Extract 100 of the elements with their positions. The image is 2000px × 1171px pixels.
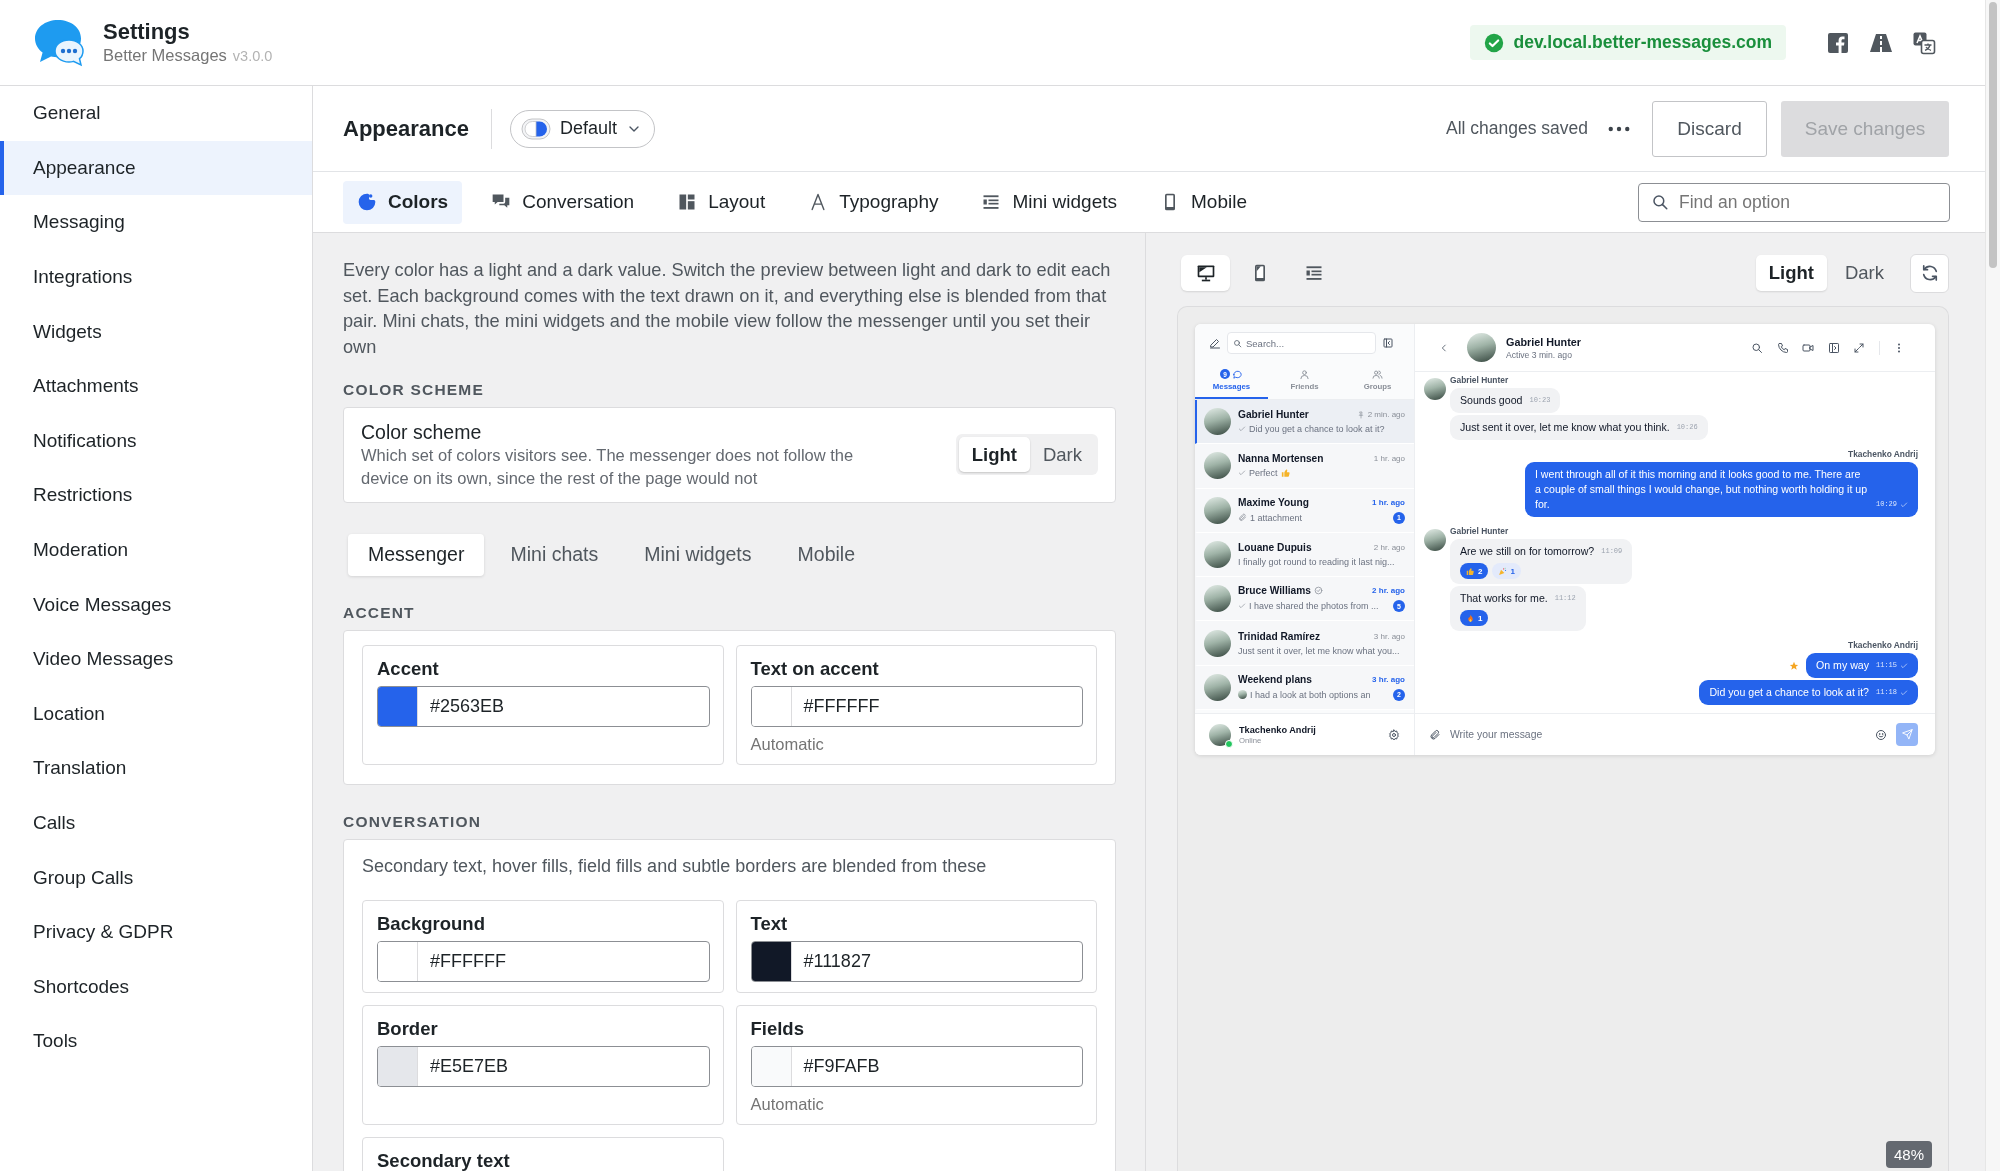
sidebar-item[interactable]: Appearance	[0, 140, 312, 196]
sidebar-item[interactable]: Tools	[0, 1014, 312, 1069]
refresh-button[interactable]	[1910, 253, 1949, 293]
color-swatch-icon[interactable]	[378, 1046, 418, 1086]
more-icon[interactable]	[1608, 125, 1630, 132]
expand-icon[interactable]	[1853, 341, 1865, 354]
tab[interactable]: Mobile	[1146, 180, 1261, 224]
reaction-chip[interactable]: 1	[1492, 563, 1521, 579]
tab[interactable]: Layout	[663, 180, 780, 224]
sidebar-item[interactable]: Moderation	[0, 522, 312, 578]
video-camera-icon[interactable]	[1802, 341, 1814, 354]
zoom-badge: 48%	[1885, 1141, 1932, 1168]
mode-toggle[interactable]: Dark	[1831, 255, 1897, 291]
conversation-item[interactable]: Nanna Mortensen 1 hr. ago Perfect	[1195, 444, 1414, 489]
site-link[interactable]: dev.local.better-messages.com	[1469, 25, 1786, 60]
tab[interactable]: Mini widgets	[624, 533, 772, 576]
smiley-icon[interactable]	[1875, 728, 1887, 741]
facebook-icon[interactable]	[1826, 30, 1850, 55]
side-panel-icon[interactable]	[1382, 337, 1394, 349]
tab[interactable]: Mini widgets	[967, 180, 1132, 224]
message-time: 1 hr. ago	[1373, 454, 1405, 464]
avatar	[1424, 529, 1446, 551]
settings-icon[interactable]	[1388, 728, 1400, 741]
page-title: Appearance	[343, 115, 469, 142]
tab[interactable]: Messenger	[348, 533, 485, 576]
search-icon	[1233, 338, 1242, 348]
pencil-icon[interactable]	[1209, 337, 1221, 349]
sender-name: Gabriel Hunter	[1450, 375, 1509, 386]
sidebar-item[interactable]: Privacy & GDPR	[0, 904, 312, 960]
discard-button[interactable]: Discard	[1652, 100, 1767, 157]
sidebar-item[interactable]: Group Calls	[0, 850, 312, 905]
translate-icon[interactable]	[1912, 30, 1936, 55]
party-popper-icon	[1498, 566, 1508, 576]
reaction-chip[interactable]: 1	[1460, 610, 1489, 626]
tab[interactable]: Typography	[794, 180, 953, 224]
sidebar-item[interactable]: Messaging	[0, 195, 312, 250]
reaction-chip[interactable]: 2	[1460, 563, 1489, 579]
search-field[interactable]: Find an option	[1638, 182, 1950, 222]
sidebar-item[interactable]: Translation	[0, 741, 312, 796]
conversation-item[interactable]: Louane Dupuis 2 hr. ago I finally got round to reading it last nig...	[1195, 532, 1414, 578]
paperclip-icon[interactable]	[1429, 728, 1441, 741]
color-input[interactable]: #FFFFFF	[750, 685, 1083, 727]
tab[interactable]: Colors	[343, 180, 463, 224]
people-icon	[1372, 368, 1383, 380]
thumbs-up-icon	[1466, 566, 1475, 576]
field-label: Accent	[377, 657, 439, 680]
scrollbar-thumb[interactable]	[1989, 2, 1997, 268]
color-swatch-icon[interactable]	[751, 941, 792, 981]
message-preview: I have shared the photos from ...	[1249, 601, 1379, 612]
sidebar-item[interactable]: Widgets	[0, 304, 312, 359]
phone-icon[interactable]	[1776, 341, 1789, 354]
color-input[interactable]: #F9FAFB	[750, 1045, 1083, 1087]
color-input[interactable]: #E5E7EB	[377, 1045, 710, 1087]
message-time: 2 min. ago	[1367, 410, 1405, 420]
color-input[interactable]: #2563EB	[377, 685, 710, 727]
sidebar-item[interactable]: Integrations	[0, 249, 312, 305]
side-panel-icon[interactable]	[1827, 341, 1840, 354]
field-hint: Automatic	[750, 1093, 824, 1114]
segment-option[interactable]: Dark	[1029, 437, 1095, 473]
search-icon[interactable]	[1751, 341, 1763, 354]
message-preview: Did you get a chance to look at it?	[1249, 424, 1385, 435]
sidebar-item[interactable]: Restrictions	[0, 468, 312, 523]
color-swatch-icon[interactable]	[751, 1046, 792, 1086]
field-label: Secondary text	[377, 1149, 510, 1171]
contact-name: Bruce Williams	[1238, 585, 1311, 597]
device-button[interactable]	[1181, 255, 1230, 291]
avatar	[1238, 690, 1247, 700]
color-swatch-icon[interactable]	[751, 686, 792, 726]
sidebar-item[interactable]: General	[0, 86, 312, 141]
sidebar-item[interactable]: Notifications	[0, 413, 312, 469]
tab[interactable]: Mini chats	[490, 533, 619, 576]
conversation-item[interactable]: Gabriel Hunter 2 min. ago Did you get a chance to look at it?	[1195, 400, 1414, 445]
color-swatch-icon[interactable]	[378, 686, 418, 726]
message-preview: Perfect	[1249, 468, 1278, 479]
color-swatch-icon[interactable]	[378, 941, 418, 981]
sidebar-item[interactable]: Voice Messages	[0, 577, 312, 632]
tab[interactable]: Conversation	[477, 180, 649, 224]
paperclip-icon	[1238, 513, 1247, 523]
message-preview: I had a look at both options an	[1250, 689, 1371, 700]
message-preview: I finally got round to reading it last nig...	[1238, 557, 1395, 568]
preset-dropdown[interactable]: Default	[509, 109, 655, 148]
avatar	[1467, 333, 1496, 362]
sender-name: Gabriel Hunter	[1450, 526, 1509, 537]
back-icon[interactable]	[1439, 342, 1449, 353]
avatar	[1204, 585, 1231, 613]
tab[interactable]: Mobile	[777, 533, 875, 576]
segment-option[interactable]: Light	[958, 437, 1030, 473]
flame-icon	[1466, 613, 1475, 623]
sidebar-item[interactable]: Attachments	[0, 358, 312, 414]
app-title: Settings	[103, 18, 191, 45]
color-input[interactable]: #FFFFFF	[377, 940, 710, 982]
message-input[interactable]: Write your message	[1450, 729, 1866, 740]
message-text: Did you get a chance to look at it?	[1709, 685, 1869, 700]
conversation-item[interactable]: Trinidad Ramírez 3 hr. ago Just sent it over, let me know what you...	[1195, 621, 1414, 666]
sidebar-item[interactable]: Location	[0, 686, 312, 742]
sidebar-item[interactable]: Shortcodes	[0, 959, 312, 1015]
mode-toggle[interactable]: Light	[1755, 255, 1827, 291]
color-input[interactable]: #111827	[750, 940, 1083, 982]
sidebar-item[interactable]: Video Messages	[0, 631, 312, 687]
sidebar-item[interactable]: Calls	[0, 795, 312, 851]
